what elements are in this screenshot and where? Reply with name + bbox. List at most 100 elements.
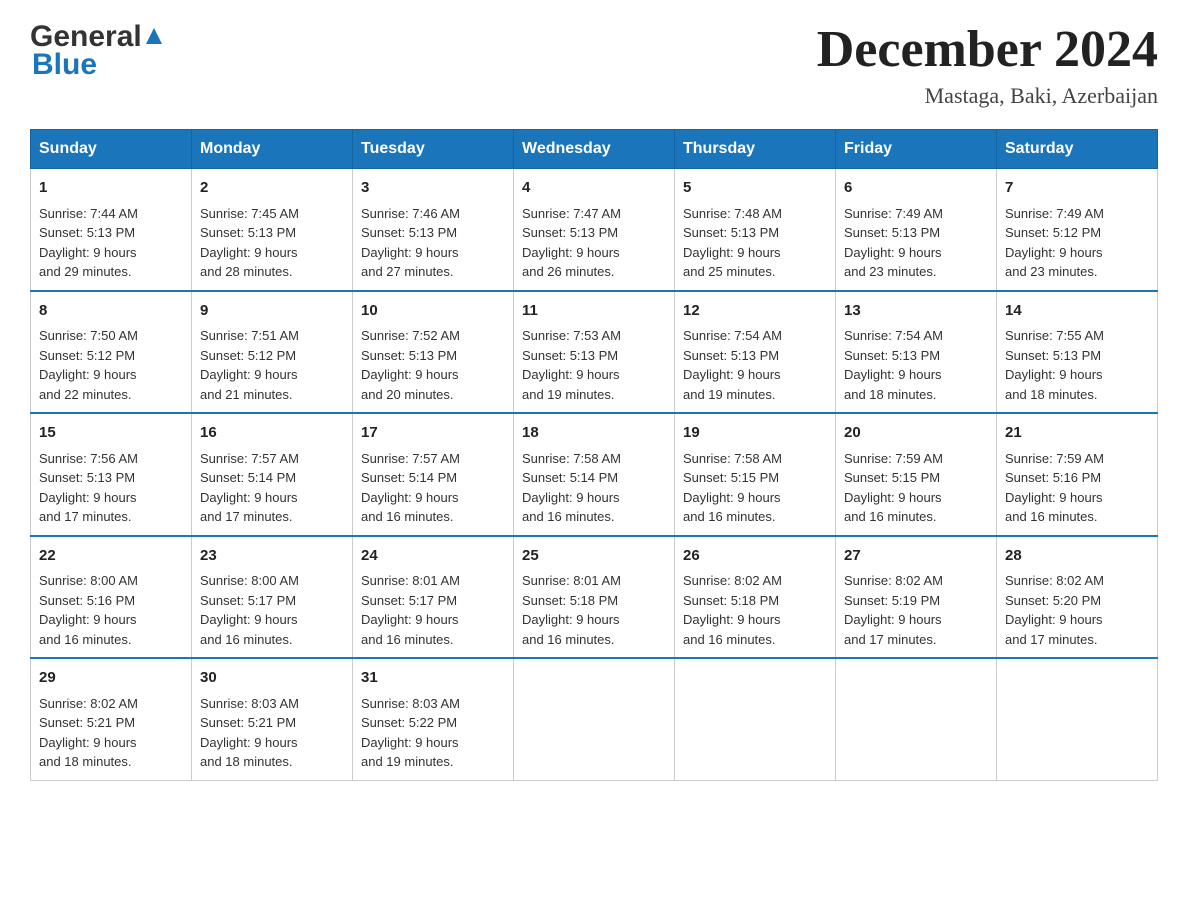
- calendar-cell: 24 Sunrise: 8:01 AMSunset: 5:17 PMDayligh…: [353, 536, 514, 659]
- logo-arrow-icon: [144, 26, 164, 51]
- day-number: 12: [683, 300, 827, 323]
- calendar-cell: 25 Sunrise: 8:01 AMSunset: 5:18 PMDayligh…: [514, 536, 675, 659]
- calendar-cell: 29 Sunrise: 8:02 AMSunset: 5:21 PMDayligh…: [31, 658, 192, 780]
- calendar-cell: 9 Sunrise: 7:51 AMSunset: 5:12 PMDaylight…: [192, 291, 353, 414]
- calendar-cell: 30Sunrise: 8:03 AMSunset: 5:21 PMDayligh…: [192, 658, 353, 780]
- calendar-cell: 22Sunrise: 8:00 AMSunset: 5:16 PMDayligh…: [31, 536, 192, 659]
- calendar-cell: 26 Sunrise: 8:02 AMSunset: 5:18 PMDayligh…: [675, 536, 836, 659]
- day-info: Sunrise: 7:55 AMSunset: 5:13 PMDaylight:…: [1005, 326, 1149, 404]
- calendar-cell: 14 Sunrise: 7:55 AMSunset: 5:13 PMDayligh…: [997, 291, 1158, 414]
- day-info: Sunrise: 7:58 AMSunset: 5:14 PMDaylight:…: [522, 449, 666, 527]
- day-number: 29: [39, 667, 183, 690]
- day-info: Sunrise: 7:51 AMSunset: 5:12 PMDaylight:…: [200, 326, 344, 404]
- header-tuesday: Tuesday: [353, 130, 514, 169]
- calendar-cell: 15 Sunrise: 7:56 AMSunset: 5:13 PMDayligh…: [31, 413, 192, 536]
- calendar-cell: 27Sunrise: 8:02 AMSunset: 5:19 PMDayligh…: [836, 536, 997, 659]
- calendar-cell: 3 Sunrise: 7:46 AMSunset: 5:13 PMDaylight…: [353, 169, 514, 291]
- day-info: Sunrise: 8:02 AMSunset: 5:21 PMDaylight:…: [39, 694, 183, 772]
- calendar-cell: 8 Sunrise: 7:50 AMSunset: 5:12 PMDaylight…: [31, 291, 192, 414]
- calendar-cell: 23Sunrise: 8:00 AMSunset: 5:17 PMDayligh…: [192, 536, 353, 659]
- calendar-cell: 11 Sunrise: 7:53 AMSunset: 5:13 PMDayligh…: [514, 291, 675, 414]
- calendar-cell: 31 Sunrise: 8:03 AMSunset: 5:22 PMDayligh…: [353, 658, 514, 780]
- day-info: Sunrise: 7:49 AMSunset: 5:12 PMDaylight:…: [1005, 204, 1149, 282]
- day-number: 6: [844, 177, 988, 200]
- calendar-cell: 10 Sunrise: 7:52 AMSunset: 5:13 PMDayligh…: [353, 291, 514, 414]
- calendar-cell: 12 Sunrise: 7:54 AMSunset: 5:13 PMDayligh…: [675, 291, 836, 414]
- calendar-week-4: 22Sunrise: 8:00 AMSunset: 5:16 PMDayligh…: [31, 536, 1158, 659]
- day-number: 27: [844, 545, 988, 568]
- calendar-cell: 19 Sunrise: 7:58 AMSunset: 5:15 PMDayligh…: [675, 413, 836, 536]
- calendar-cell: 2Sunrise: 7:45 AMSunset: 5:13 PMDaylight…: [192, 169, 353, 291]
- day-info: Sunrise: 8:03 AMSunset: 5:21 PMDaylight:…: [200, 694, 344, 772]
- day-info: Sunrise: 7:52 AMSunset: 5:13 PMDaylight:…: [361, 326, 505, 404]
- calendar-cell: [836, 658, 997, 780]
- calendar-cell: 4Sunrise: 7:47 AMSunset: 5:13 PMDaylight…: [514, 169, 675, 291]
- calendar-cell: 6 Sunrise: 7:49 AMSunset: 5:13 PMDaylight…: [836, 169, 997, 291]
- day-number: 11: [522, 300, 666, 323]
- calendar-cell: [997, 658, 1158, 780]
- calendar-cell: 5 Sunrise: 7:48 AMSunset: 5:13 PMDaylight…: [675, 169, 836, 291]
- day-number: 7: [1005, 177, 1149, 200]
- month-year-title: December 2024: [817, 20, 1158, 79]
- title-section: December 2024 Mastaga, Baki, Azerbaijan: [817, 20, 1158, 109]
- header-friday: Friday: [836, 130, 997, 169]
- day-number: 17: [361, 422, 505, 445]
- calendar-cell: 7 Sunrise: 7:49 AMSunset: 5:12 PMDaylight…: [997, 169, 1158, 291]
- day-number: 20: [844, 422, 988, 445]
- day-number: 21: [1005, 422, 1149, 445]
- calendar-week-1: 1 Sunrise: 7:44 AMSunset: 5:13 PMDaylight…: [31, 169, 1158, 291]
- day-info: Sunrise: 8:01 AMSunset: 5:17 PMDaylight:…: [361, 571, 505, 649]
- day-number: 31: [361, 667, 505, 690]
- day-info: Sunrise: 8:00 AMSunset: 5:17 PMDaylight:…: [200, 571, 344, 649]
- day-number: 5: [683, 177, 827, 200]
- header-thursday: Thursday: [675, 130, 836, 169]
- day-number: 28: [1005, 545, 1149, 568]
- calendar-cell: 17Sunrise: 7:57 AMSunset: 5:14 PMDayligh…: [353, 413, 514, 536]
- day-number: 8: [39, 300, 183, 323]
- day-info: Sunrise: 7:48 AMSunset: 5:13 PMDaylight:…: [683, 204, 827, 282]
- day-info: Sunrise: 7:46 AMSunset: 5:13 PMDaylight:…: [361, 204, 505, 282]
- day-info: Sunrise: 8:03 AMSunset: 5:22 PMDaylight:…: [361, 694, 505, 772]
- page-header: General Blue December 2024 Mastaga, Baki…: [30, 20, 1158, 109]
- day-number: 9: [200, 300, 344, 323]
- day-info: Sunrise: 7:49 AMSunset: 5:13 PMDaylight:…: [844, 204, 988, 282]
- header-wednesday: Wednesday: [514, 130, 675, 169]
- day-number: 25: [522, 545, 666, 568]
- day-number: 15: [39, 422, 183, 445]
- day-number: 19: [683, 422, 827, 445]
- day-info: Sunrise: 8:02 AMSunset: 5:18 PMDaylight:…: [683, 571, 827, 649]
- day-info: Sunrise: 7:56 AMSunset: 5:13 PMDaylight:…: [39, 449, 183, 527]
- day-info: Sunrise: 7:54 AMSunset: 5:13 PMDaylight:…: [683, 326, 827, 404]
- header-saturday: Saturday: [997, 130, 1158, 169]
- logo-blue-text: Blue: [32, 48, 97, 82]
- location-subtitle: Mastaga, Baki, Azerbaijan: [817, 83, 1158, 109]
- day-number: 18: [522, 422, 666, 445]
- calendar-header-row: Sunday Monday Tuesday Wednesday Thursday…: [31, 130, 1158, 169]
- day-number: 13: [844, 300, 988, 323]
- day-number: 1: [39, 177, 183, 200]
- day-number: 22: [39, 545, 183, 568]
- day-info: Sunrise: 7:59 AMSunset: 5:16 PMDaylight:…: [1005, 449, 1149, 527]
- day-info: Sunrise: 7:58 AMSunset: 5:15 PMDaylight:…: [683, 449, 827, 527]
- header-monday: Monday: [192, 130, 353, 169]
- day-info: Sunrise: 7:50 AMSunset: 5:12 PMDaylight:…: [39, 326, 183, 404]
- calendar-week-3: 15 Sunrise: 7:56 AMSunset: 5:13 PMDayligh…: [31, 413, 1158, 536]
- day-number: 3: [361, 177, 505, 200]
- calendar-cell: [514, 658, 675, 780]
- day-number: 24: [361, 545, 505, 568]
- day-info: Sunrise: 7:45 AMSunset: 5:13 PMDaylight:…: [200, 204, 344, 282]
- calendar-cell: [675, 658, 836, 780]
- calendar-cell: 28 Sunrise: 8:02 AMSunset: 5:20 PMDayligh…: [997, 536, 1158, 659]
- day-number: 26: [683, 545, 827, 568]
- calendar-cell: 18 Sunrise: 7:58 AMSunset: 5:14 PMDayligh…: [514, 413, 675, 536]
- day-info: Sunrise: 7:44 AMSunset: 5:13 PMDaylight:…: [39, 204, 183, 282]
- calendar-cell: 21 Sunrise: 7:59 AMSunset: 5:16 PMDayligh…: [997, 413, 1158, 536]
- day-info: Sunrise: 8:01 AMSunset: 5:18 PMDaylight:…: [522, 571, 666, 649]
- day-info: Sunrise: 8:02 AMSunset: 5:20 PMDaylight:…: [1005, 571, 1149, 649]
- calendar-cell: 16Sunrise: 7:57 AMSunset: 5:14 PMDayligh…: [192, 413, 353, 536]
- day-number: 16: [200, 422, 344, 445]
- day-number: 10: [361, 300, 505, 323]
- day-number: 14: [1005, 300, 1149, 323]
- day-info: Sunrise: 7:53 AMSunset: 5:13 PMDaylight:…: [522, 326, 666, 404]
- calendar-cell: 13Sunrise: 7:54 AMSunset: 5:13 PMDayligh…: [836, 291, 997, 414]
